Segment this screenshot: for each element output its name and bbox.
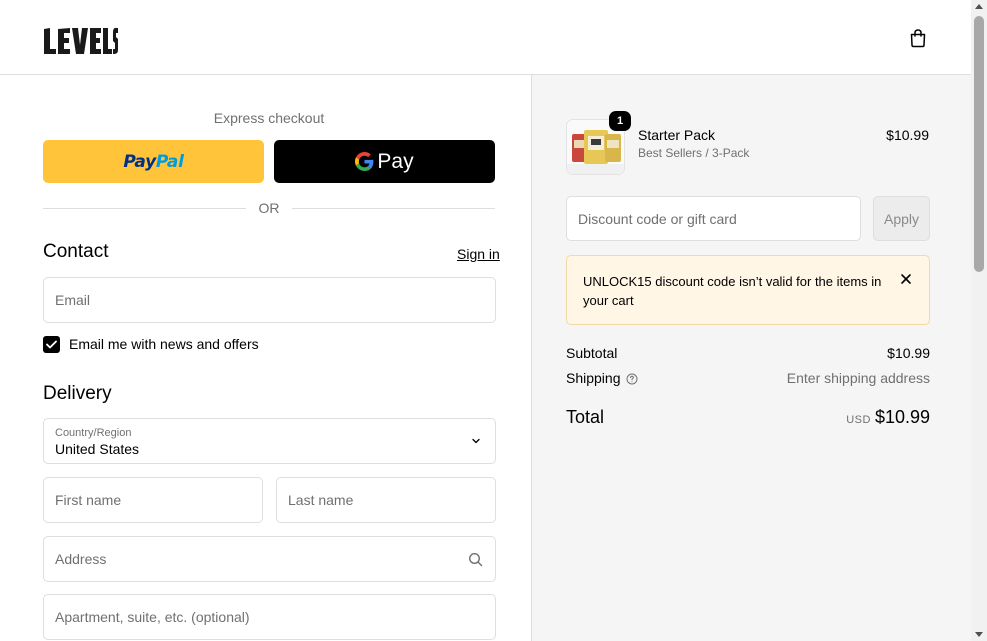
paypal-button[interactable]: PayPal [43, 140, 264, 183]
address-field[interactable]: Address [43, 536, 496, 582]
search-icon [468, 552, 483, 567]
product-variant: Best Sellers / 3-Pack [638, 146, 750, 160]
scrollbar-thumb[interactable] [974, 16, 984, 272]
email-field[interactable]: Email [43, 277, 496, 323]
checkout-form-column: Express checkout PayPal Pay OR Contact S… [0, 75, 531, 641]
subtotal-value: $10.99 [887, 345, 930, 361]
country-value: United States [55, 441, 140, 457]
total-row: Total USD $10.99 [566, 407, 930, 431]
discount-error-alert: UNLOCK15 discount code isn’t valid for t… [566, 255, 930, 325]
sign-in-link[interactable]: Sign in [457, 246, 500, 262]
paypal-logo: PayPal [123, 151, 184, 172]
total-value: $10.99 [874, 407, 930, 427]
page-scrollbar[interactable] [971, 0, 987, 641]
shipping-value: Enter shipping address [786, 370, 930, 386]
first-name-placeholder: First name [55, 492, 122, 508]
shopping-bag-icon [910, 29, 926, 48]
quantity-badge: 1 [609, 111, 631, 131]
scroll-down-icon[interactable] [975, 632, 983, 637]
country-select[interactable]: Country/Region United States [43, 418, 496, 464]
cart-button[interactable] [905, 25, 931, 51]
first-name-field[interactable]: First name [43, 477, 263, 523]
apply-discount-button[interactable]: Apply [873, 196, 930, 241]
scroll-up-icon[interactable] [975, 4, 983, 9]
contact-title: Contact [43, 241, 109, 262]
total-label: Total [566, 407, 605, 427]
newsletter-checkbox[interactable] [43, 336, 60, 353]
apartment-field[interactable]: Apartment, suite, etc. (optional) [43, 594, 496, 640]
google-g-icon [355, 152, 374, 171]
page-header [0, 0, 971, 75]
subtotal-row: Subtotal $10.99 [566, 345, 930, 363]
express-checkout-title: Express checkout [213, 110, 325, 126]
apartment-placeholder: Apartment, suite, etc. (optional) [55, 609, 250, 625]
newsletter-label: Email me with news and offers [69, 336, 259, 352]
email-placeholder: Email [55, 292, 91, 308]
close-icon[interactable] [900, 273, 912, 285]
google-pay-button[interactable]: Pay [274, 140, 495, 183]
address-placeholder: Address [55, 551, 107, 567]
product-price: $10.99 [886, 127, 929, 143]
discount-placeholder: Discount code or gift card [578, 211, 737, 227]
chevron-down-icon [472, 438, 480, 444]
levels-logo[interactable] [43, 26, 119, 56]
shipping-label: Shipping [566, 370, 621, 386]
last-name-placeholder: Last name [288, 492, 354, 508]
or-divider: OR [43, 200, 495, 216]
currency-code: USD [846, 414, 871, 426]
product-name: Starter Pack [638, 127, 716, 143]
subtotal-label: Subtotal [566, 345, 618, 361]
alert-message: UNLOCK15 discount code isn’t valid for t… [583, 274, 882, 308]
delivery-title: Delivery [43, 383, 112, 404]
help-circle-icon[interactable] [626, 373, 638, 385]
checkmark-icon [46, 340, 57, 349]
shipping-row: Shipping Enter shipping address [566, 370, 930, 388]
last-name-field[interactable]: Last name [276, 477, 496, 523]
order-summary-column: 1 Starter Pack Best Sellers / 3-Pack $10… [531, 75, 971, 641]
google-pay-label: Pay [377, 149, 414, 173]
country-label: Country/Region [55, 427, 132, 439]
discount-code-field[interactable]: Discount code or gift card [566, 196, 861, 241]
